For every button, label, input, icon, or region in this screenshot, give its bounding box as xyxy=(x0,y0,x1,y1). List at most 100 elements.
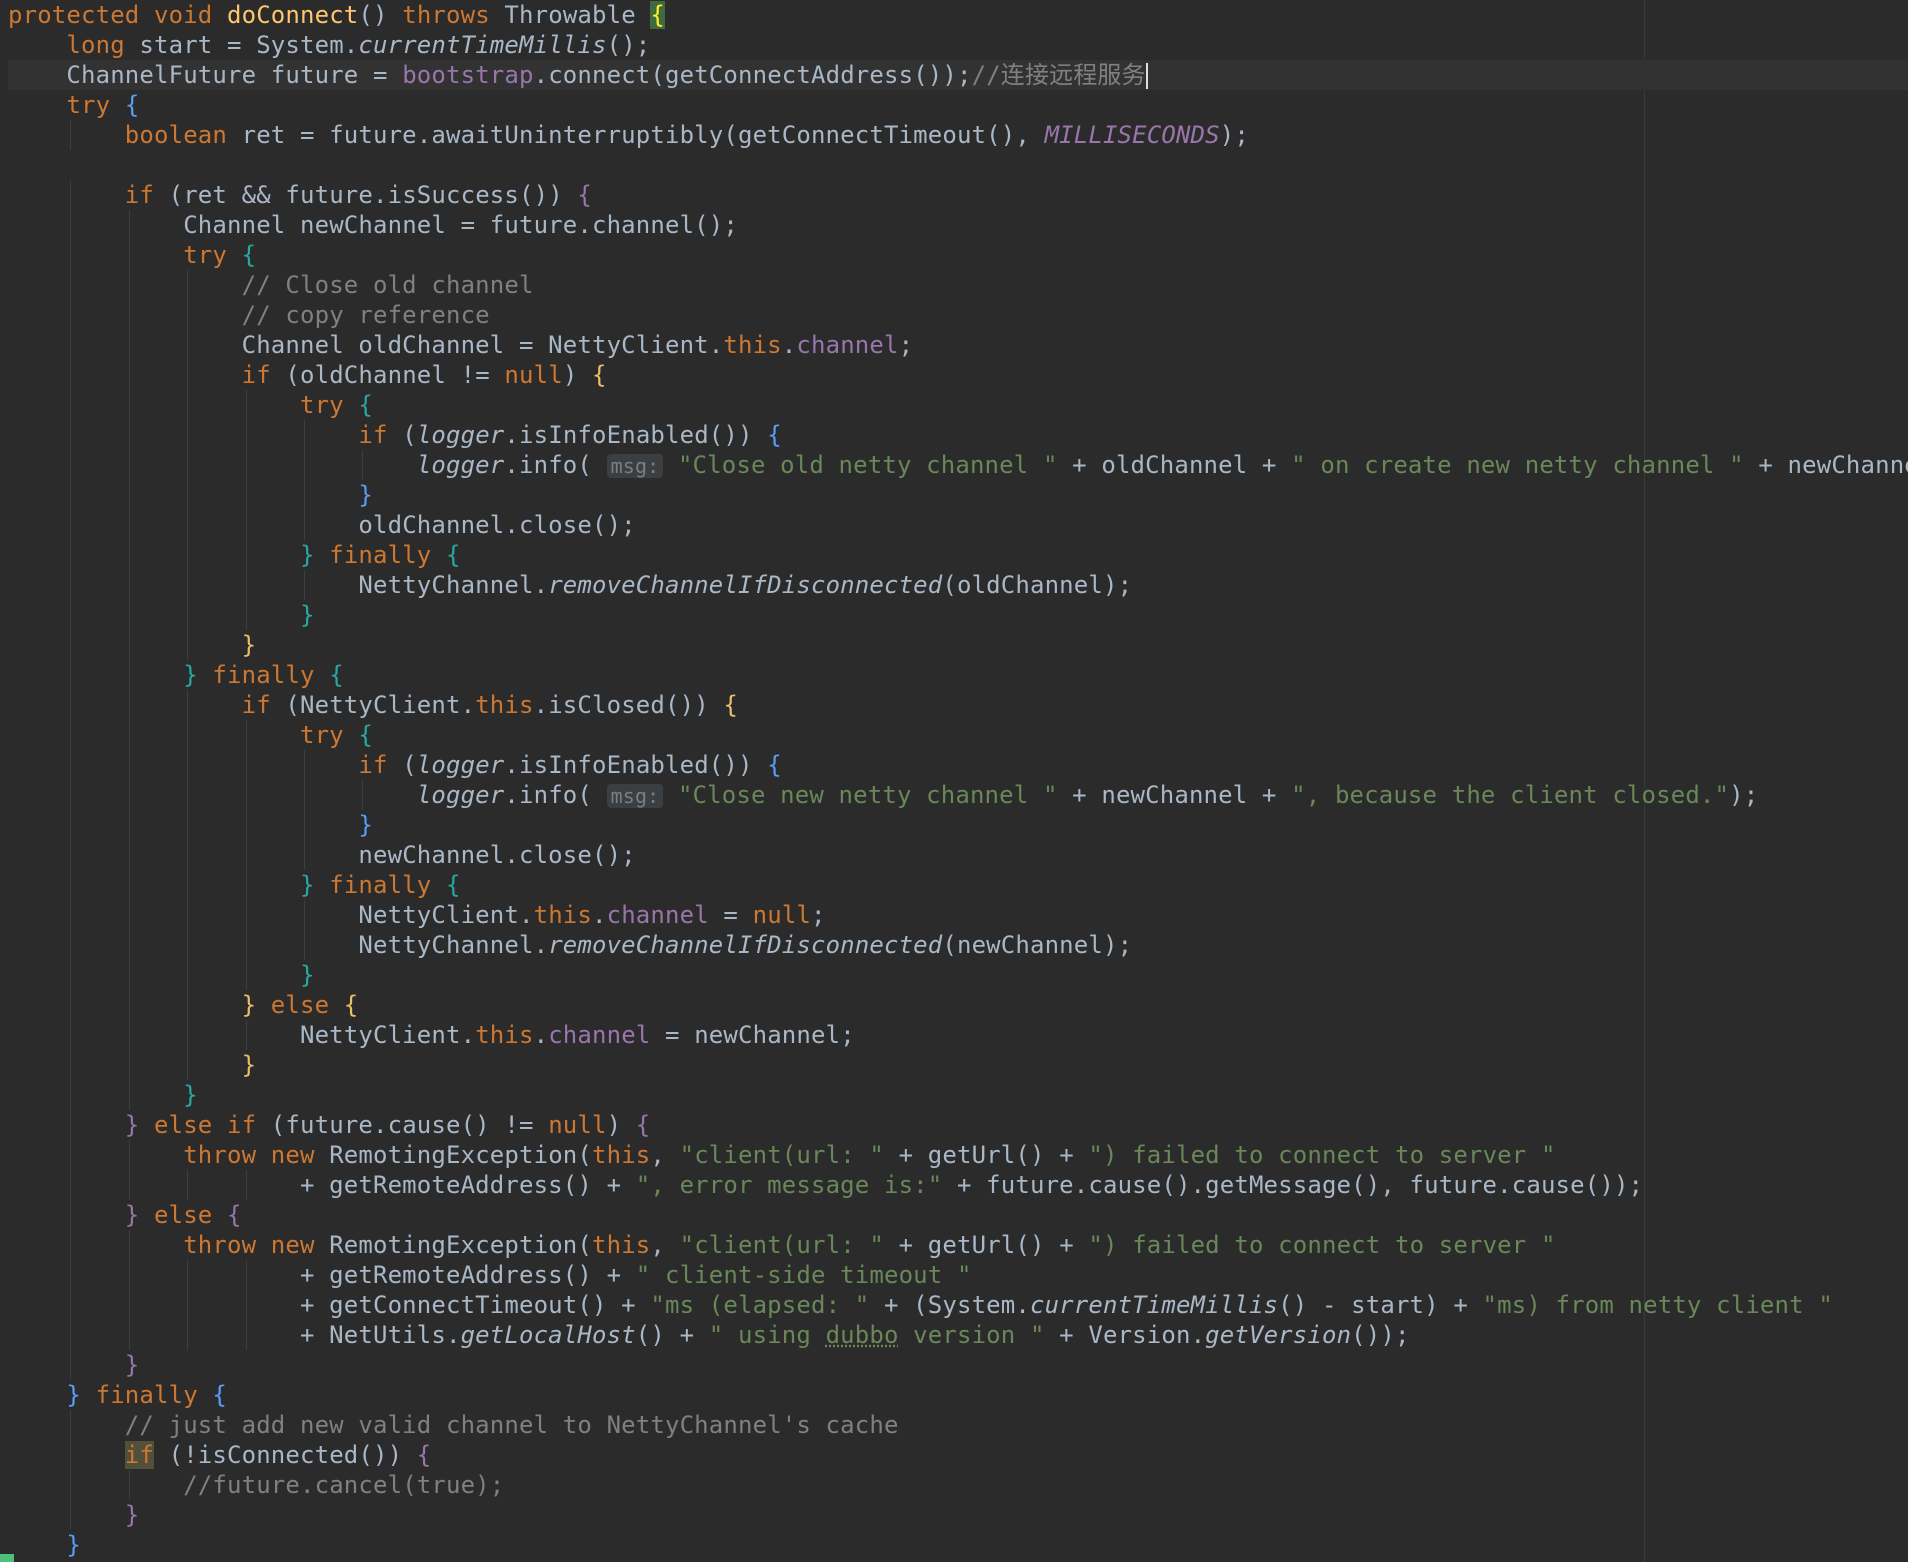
code-line[interactable]: } xyxy=(8,630,1908,660)
code-line[interactable]: try { xyxy=(8,390,1908,420)
string-token: "Close new netty channel " xyxy=(663,781,1058,809)
code-line[interactable]: if (logger.isInfoEnabled()) { xyxy=(8,420,1908,450)
code-line[interactable]: newChannel.close(); xyxy=(8,840,1908,870)
keyword-token: if xyxy=(241,361,286,389)
indent-guide xyxy=(187,690,189,720)
code-token: ()); xyxy=(1351,1321,1410,1349)
code-line[interactable]: NettyClient.this.channel = newChannel; xyxy=(8,1020,1908,1050)
code-line[interactable]: + getRemoteAddress() + ", error message … xyxy=(8,1170,1908,1200)
code-line[interactable]: + NetUtils.getLocalHost() + " using dubb… xyxy=(8,1320,1908,1350)
code-line[interactable]: if (NettyClient.this.isClosed()) { xyxy=(8,690,1908,720)
code-line[interactable]: } xyxy=(8,810,1908,840)
brace-token: { xyxy=(329,661,344,689)
code-line[interactable]: if (ret && future.isSuccess()) { xyxy=(8,180,1908,210)
parameter-hint: msg: xyxy=(606,454,664,478)
keyword-token: else if xyxy=(154,1111,271,1139)
indent-guide xyxy=(128,750,130,780)
code-line[interactable]: // copy reference xyxy=(8,300,1908,330)
indent-guide xyxy=(245,1170,247,1200)
code-line[interactable]: boolean ret = future.awaitUninterruptibl… xyxy=(8,120,1908,150)
code-line[interactable]: } xyxy=(8,960,1908,990)
code-line[interactable]: // Close old channel xyxy=(8,270,1908,300)
code-line[interactable]: try { xyxy=(8,720,1908,750)
code-line[interactable]: oldChannel.close(); xyxy=(8,510,1908,540)
code-line[interactable]: NettyClient.this.channel = null; xyxy=(8,900,1908,930)
indent-guide xyxy=(70,390,72,420)
code-line[interactable]: Channel newChannel = future.channel(); xyxy=(8,210,1908,240)
code-line[interactable]: throw new RemotingException(this, "clien… xyxy=(8,1140,1908,1170)
code-line[interactable]: logger.info( msg: "Close old netty chann… xyxy=(8,450,1908,480)
code-line[interactable]: } xyxy=(8,480,1908,510)
code-editor[interactable]: protected void doConnect() throws Throwa… xyxy=(0,0,1908,1562)
indent-guide xyxy=(70,360,72,390)
keyword-token: finally xyxy=(95,1381,213,1409)
code-line[interactable]: } xyxy=(8,1050,1908,1080)
code-line[interactable]: protected void doConnect() throws Throwa… xyxy=(8,0,1908,30)
code-line[interactable]: logger.info( msg: "Close new netty chann… xyxy=(8,780,1908,810)
code-line[interactable]: ChannelFuture future = bootstrap.connect… xyxy=(8,60,1908,90)
code-line[interactable]: } else if (future.cause() != null) { xyxy=(8,1110,1908,1140)
code-line[interactable]: try { xyxy=(8,90,1908,120)
code-line[interactable] xyxy=(8,150,1908,180)
field-token: channel xyxy=(796,331,899,359)
indent-guide xyxy=(187,420,189,450)
indent-guide xyxy=(70,120,72,150)
code-token: oldChannel.close(); xyxy=(358,511,636,539)
keyword-token: try xyxy=(299,721,359,749)
code-line[interactable]: NettyChannel.removeChannelIfDisconnected… xyxy=(8,930,1908,960)
code-line[interactable]: } xyxy=(8,1530,1908,1560)
code-line[interactable]: } xyxy=(8,1500,1908,1530)
static-call-token: currentTimeMillis xyxy=(1029,1291,1279,1319)
code-token: (newChannel); xyxy=(942,931,1133,959)
code-line[interactable]: try { xyxy=(8,240,1908,270)
code-line[interactable]: Channel oldChannel = NettyClient.this.ch… xyxy=(8,330,1908,360)
code-line[interactable]: } finally { xyxy=(8,540,1908,570)
code-line[interactable]: } else { xyxy=(8,990,1908,1020)
keyword-token: null xyxy=(752,901,812,929)
code-line[interactable]: // just add new valid channel to NettyCh… xyxy=(8,1410,1908,1440)
indent-guide xyxy=(70,270,72,300)
static-call-token: logger xyxy=(416,451,505,479)
code-line[interactable]: if (oldChannel != null) { xyxy=(8,360,1908,390)
keyword-token: this xyxy=(475,691,534,719)
keyword-token: long xyxy=(66,31,140,59)
code-line[interactable]: } xyxy=(8,600,1908,630)
code-token: ( xyxy=(402,421,417,449)
brace-token: } xyxy=(241,631,257,659)
code-line[interactable]: if (!isConnected()) { xyxy=(8,1440,1908,1470)
code-line[interactable]: long start = System.currentTimeMillis(); xyxy=(8,30,1908,60)
code-line[interactable]: } else { xyxy=(8,1200,1908,1230)
indent-guide xyxy=(128,1020,130,1050)
indent-guide xyxy=(128,450,130,480)
code-line[interactable]: } finally { xyxy=(8,660,1908,690)
brace-token: { xyxy=(445,871,461,899)
keyword-token: try xyxy=(299,391,359,419)
code-line[interactable]: throw new RemotingException(this, "clien… xyxy=(8,1230,1908,1260)
code-line[interactable]: } finally { xyxy=(8,1380,1908,1410)
code-token: () xyxy=(358,1,403,29)
indent-guide xyxy=(304,780,305,810)
code-line[interactable]: if (logger.isInfoEnabled()) { xyxy=(8,750,1908,780)
code-line[interactable]: //future.cancel(true); xyxy=(8,1470,1908,1500)
indent-guide xyxy=(304,420,305,450)
code-line[interactable]: + getRemoteAddress() + " client-side tim… xyxy=(8,1260,1908,1290)
code-token: + getUrl() + xyxy=(884,1141,1089,1169)
indent-guide xyxy=(128,1140,130,1170)
code-line[interactable]: } finally { xyxy=(8,870,1908,900)
indent-guide xyxy=(187,780,189,810)
code-token: RemotingException( xyxy=(329,1141,592,1169)
code-line[interactable]: } xyxy=(8,1350,1908,1380)
code-area[interactable]: protected void doConnect() throws Throwa… xyxy=(8,0,1908,1560)
code-line[interactable]: + getConnectTimeout() + "ms (elapsed: " … xyxy=(8,1290,1908,1320)
string-token: " client-side timeout " xyxy=(635,1261,972,1289)
static-call-token: getVersion xyxy=(1205,1321,1352,1349)
code-line[interactable]: NettyChannel.removeChannelIfDisconnected… xyxy=(8,570,1908,600)
code-line[interactable]: } xyxy=(8,1080,1908,1110)
indent-guide xyxy=(187,1170,189,1200)
